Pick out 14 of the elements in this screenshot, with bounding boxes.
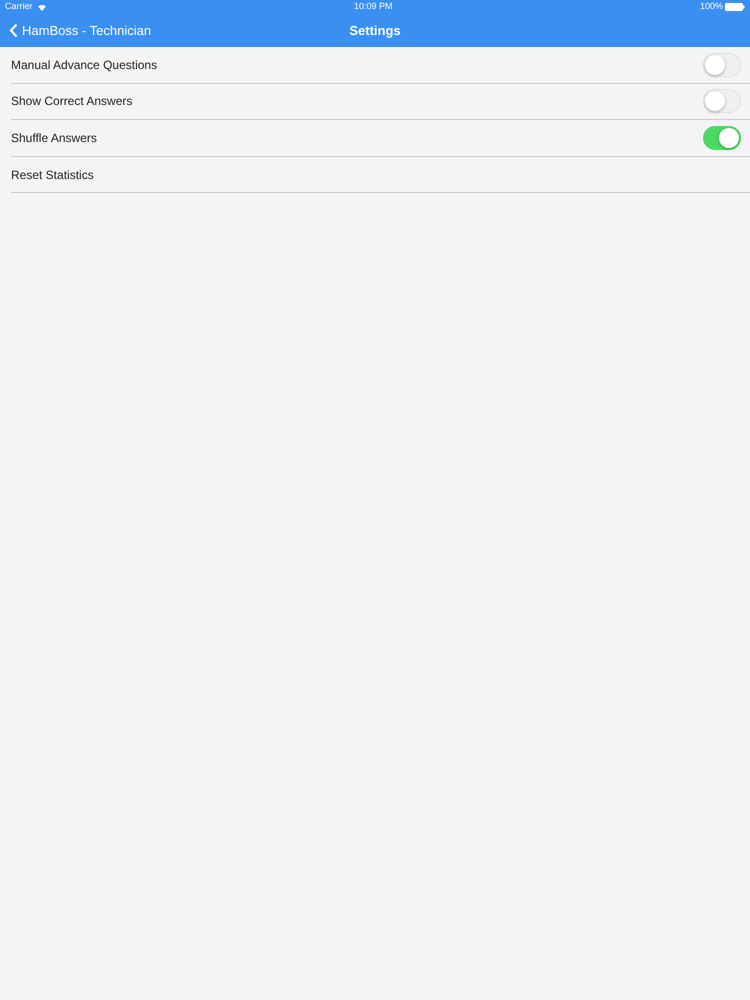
toggle-switch[interactable] [703,89,741,114]
carrier-label: Carrier [5,0,33,14]
setting-label: Manual Advance Questions [11,56,158,74]
back-chevron-icon [9,23,18,38]
page-title: Settings [349,22,401,40]
toggle-switch[interactable] [703,52,741,77]
setting-label: Show Correct Answers [11,93,132,110]
wifi-icon [36,3,47,11]
setting-label[interactable]: Reset Statistics [11,166,94,184]
setting-label: Shuffle Answers [11,130,97,147]
toggle-switch[interactable] [703,126,741,150]
battery-icon [724,3,745,11]
battery-percentage: 100% [700,0,723,14]
clock-time: 10:09 PM [354,0,392,14]
